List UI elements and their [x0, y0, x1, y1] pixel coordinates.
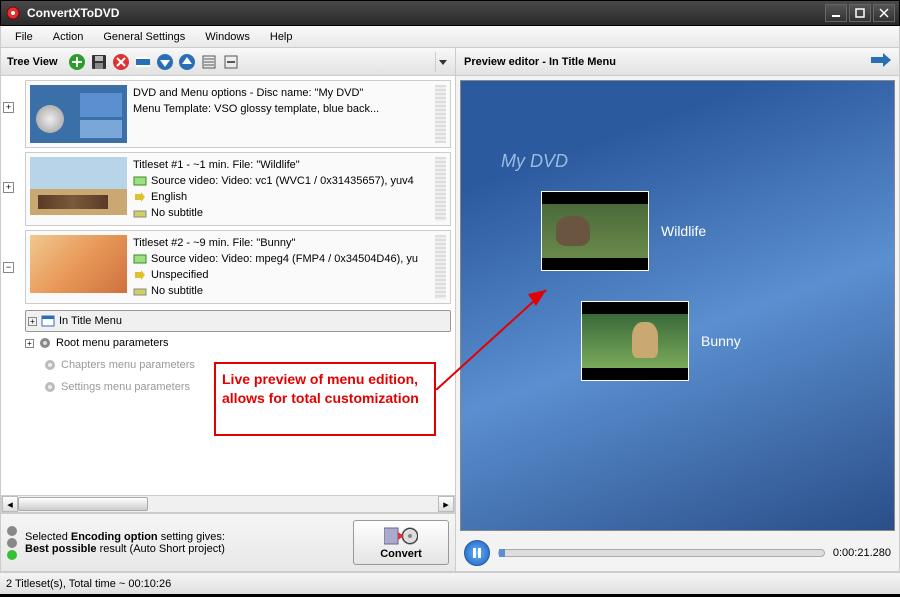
gear-icon: [38, 336, 52, 350]
ts1-sub: No subtitle: [151, 205, 203, 221]
ts2-sub: No subtitle: [151, 283, 203, 299]
dvd-label-2: Bunny: [701, 333, 741, 349]
subtitle-icon: [133, 284, 147, 298]
disc-card[interactable]: DVD and Menu options - Disc name: "My DV…: [25, 80, 451, 148]
ts1-thumb: [30, 157, 127, 215]
exp-in-title[interactable]: +: [28, 317, 37, 326]
main-area: Tree View + DVD and Menu options - D: [0, 48, 900, 572]
list-view-button[interactable]: [199, 52, 219, 72]
move-down-button[interactable]: [155, 52, 175, 72]
move-up-button[interactable]: [177, 52, 197, 72]
video-icon: [133, 174, 147, 188]
menu-windows[interactable]: Windows: [195, 29, 260, 45]
minimize-button[interactable]: [825, 4, 847, 22]
titleset-2-card[interactable]: Titleset #2 - ~9 min. File: "Bunny" Sour…: [25, 230, 451, 304]
exp-root[interactable]: +: [25, 339, 34, 348]
tree-view-label: Tree View: [7, 56, 58, 68]
app-title: ConvertXToDVD: [27, 6, 823, 20]
traffic-light-icon: [7, 526, 17, 560]
in-title-label: In Title Menu: [59, 315, 122, 327]
title-bar: ConvertXToDVD: [0, 0, 900, 26]
titleset-1-card[interactable]: Titleset #1 - ~1 min. File: "Wildlife" S…: [25, 152, 451, 226]
left-pane: Tree View + DVD and Menu options - D: [1, 48, 456, 571]
subtitle-icon: [133, 206, 147, 220]
menu-file[interactable]: File: [5, 29, 43, 45]
disc-line2: Menu Template: VSO glossy template, blue…: [133, 101, 431, 117]
status-text: 2 Titleset(s), Total time ~ 00:10:26: [6, 578, 171, 590]
ts2-source: Source video: Video: mpeg4 (FMP4 / 0x345…: [151, 251, 418, 267]
menu-action[interactable]: Action: [43, 29, 94, 45]
dvd-menu-title: My DVD: [501, 151, 568, 172]
close-button[interactable]: [873, 4, 895, 22]
film-button[interactable]: [133, 52, 153, 72]
menu-general-settings[interactable]: General Settings: [93, 29, 195, 45]
ts2-body: Titleset #2 - ~9 min. File: "Bunny" Sour…: [133, 235, 431, 299]
ts1-source: Source video: Video: vc1 (WVC1 / 0x31435…: [151, 173, 414, 189]
card-handle[interactable]: [435, 85, 446, 143]
preview-header: Preview editor - In Title Menu: [456, 48, 899, 76]
disc-card-body: DVD and Menu options - Disc name: "My DV…: [133, 85, 431, 143]
ts1-body: Titleset #1 - ~1 min. File: "Wildlife" S…: [133, 157, 431, 221]
collapse-button[interactable]: [221, 52, 241, 72]
annotation-text: Live preview of menu edition, allows for…: [222, 371, 419, 406]
add-button[interactable]: [67, 52, 87, 72]
delete-button[interactable]: [111, 52, 131, 72]
expand-disc[interactable]: +: [3, 102, 14, 113]
audio-icon: [133, 190, 147, 204]
right-pane: Preview editor - In Title Menu My DVD Wi…: [456, 48, 899, 571]
app-icon: [5, 5, 21, 21]
convert-icon: [384, 526, 418, 546]
convert-label: Convert: [380, 548, 422, 560]
encoding-text: Selected Encoding option setting gives: …: [25, 531, 225, 555]
card-handle[interactable]: [435, 235, 446, 299]
timecode: 0:00:21.280: [833, 547, 891, 559]
ts2-thumb: [30, 235, 127, 293]
dvd-preview[interactable]: My DVD Wildlife Bunny: [460, 80, 895, 531]
scroll-thumb[interactable]: [18, 497, 148, 511]
audio-icon: [133, 268, 147, 282]
root-label: Root menu parameters: [56, 337, 169, 349]
menu-help[interactable]: Help: [260, 29, 303, 45]
ts2-lang: Unspecified: [151, 267, 208, 283]
node-root-menu[interactable]: + Root menu parameters: [25, 332, 451, 354]
preview-header-label: Preview editor - In Title Menu: [464, 56, 616, 68]
menu-bar: File Action General Settings Windows Hel…: [0, 26, 900, 48]
annotation-callout: Live preview of menu edition, allows for…: [214, 362, 436, 436]
menu-icon: [41, 314, 55, 328]
convert-button[interactable]: Convert: [353, 520, 449, 565]
scroll-left-icon[interactable]: ◂: [2, 496, 18, 512]
dvd-item-2[interactable]: Bunny: [581, 301, 741, 381]
gear-icon: [43, 380, 57, 394]
toolbar-overflow[interactable]: [435, 52, 449, 72]
next-arrow-icon[interactable]: [871, 53, 891, 70]
ts1-lang: English: [151, 189, 187, 205]
tree-hscrollbar[interactable]: ◂ ▸: [1, 495, 455, 513]
dvd-item-1[interactable]: Wildlife: [541, 191, 706, 271]
node-in-title-menu[interactable]: + In Title Menu: [25, 310, 451, 332]
dvd-label-1: Wildlife: [661, 223, 706, 239]
expand-ts1[interactable]: +: [3, 182, 14, 193]
settings-label: Settings menu parameters: [61, 381, 190, 393]
encoding-status: Selected Encoding option setting gives: …: [1, 514, 347, 571]
player-bar: 0:00:21.280: [456, 535, 899, 571]
pause-button[interactable]: [464, 540, 490, 566]
bottom-panel: Selected Encoding option setting gives: …: [1, 513, 455, 571]
status-bar: 2 Titleset(s), Total time ~ 00:10:26: [0, 572, 900, 594]
dvd-thumb-2: [581, 301, 689, 381]
video-icon: [133, 252, 147, 266]
chapters-label: Chapters menu parameters: [61, 359, 195, 371]
dvd-thumb-1: [541, 191, 649, 271]
expand-ts2[interactable]: −: [3, 262, 14, 273]
disc-thumb: [30, 85, 127, 143]
save-button[interactable]: [89, 52, 109, 72]
disc-line1: DVD and Menu options - Disc name: "My DV…: [133, 85, 431, 101]
ts2-title: Titleset #2 - ~9 min. File: "Bunny": [133, 235, 431, 251]
tree-toolbar: Tree View: [1, 48, 455, 76]
scroll-right-icon[interactable]: ▸: [438, 496, 454, 512]
maximize-button[interactable]: [849, 4, 871, 22]
seek-bar[interactable]: [498, 549, 825, 557]
gear-icon: [43, 358, 57, 372]
card-handle[interactable]: [435, 157, 446, 221]
ts1-title: Titleset #1 - ~1 min. File: "Wildlife": [133, 157, 431, 173]
